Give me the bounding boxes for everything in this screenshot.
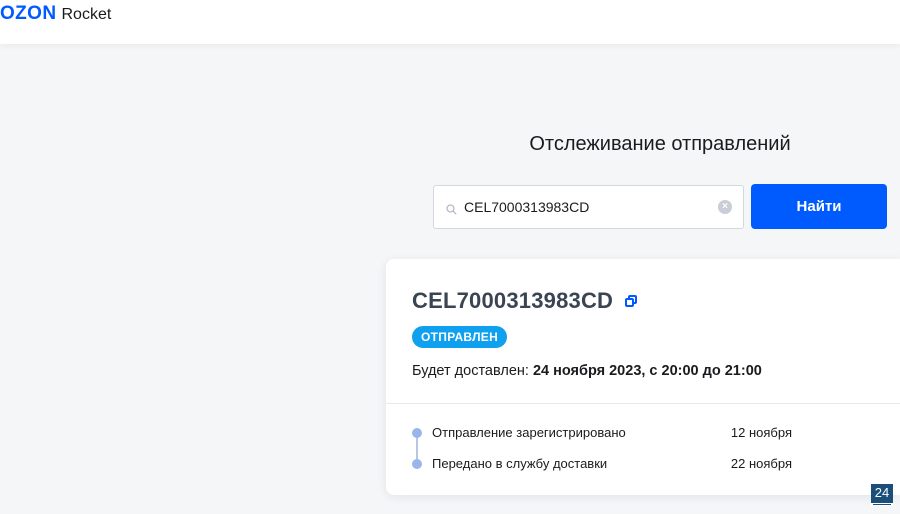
copy-icon[interactable] bbox=[625, 295, 638, 307]
delivery-prefix: Будет доставлен: bbox=[412, 363, 529, 379]
card-divider bbox=[386, 403, 900, 404]
delivery-estimate: Будет доставлен: 24 ноября 2023, с 20:00… bbox=[412, 363, 762, 379]
logo-ozon-text: OZON bbox=[0, 3, 57, 24]
tracking-timeline: Отправление зарегистрировано 12 ноября П… bbox=[412, 425, 792, 487]
event-date: 22 ноября bbox=[730, 456, 792, 471]
search-icon bbox=[446, 202, 457, 215]
page-title: Отслеживание отправлений bbox=[529, 133, 791, 155]
delivery-date: 24 ноября 2023, с 20:00 до 21:00 bbox=[532, 363, 762, 379]
site-header: OZON Rocket bbox=[0, 0, 900, 44]
event-label: Отправление зарегистрировано bbox=[432, 425, 626, 440]
timeline-dot-icon bbox=[412, 459, 422, 469]
event-date: 12 ноября bbox=[730, 425, 792, 440]
ozon-rocket-logo[interactable]: OZON Rocket bbox=[0, 3, 111, 25]
corner-watermark-badge: 24 bbox=[871, 484, 893, 506]
shipment-card: CEL7000313983CD ОТПРАВЛЕН Будет доставле… bbox=[386, 259, 900, 495]
tracking-search-box[interactable]: × bbox=[433, 185, 744, 229]
find-button[interactable]: Найти bbox=[751, 184, 887, 229]
timeline-event: Передано в службу доставки 22 ноября bbox=[412, 456, 792, 487]
tracking-number-input[interactable] bbox=[464, 199, 704, 215]
status-badge: ОТПРАВЛЕН bbox=[412, 326, 508, 348]
timeline-event: Отправление зарегистрировано 12 ноября bbox=[412, 425, 792, 456]
clear-icon[interactable]: × bbox=[718, 200, 732, 214]
logo-rocket-text: Rocket bbox=[61, 6, 112, 23]
track-number-row: CEL7000313983CD bbox=[412, 288, 638, 314]
track-number: CEL7000313983CD bbox=[412, 288, 614, 313]
event-label: Передано в службу доставки bbox=[432, 456, 608, 471]
timeline-dot-icon bbox=[412, 428, 422, 438]
